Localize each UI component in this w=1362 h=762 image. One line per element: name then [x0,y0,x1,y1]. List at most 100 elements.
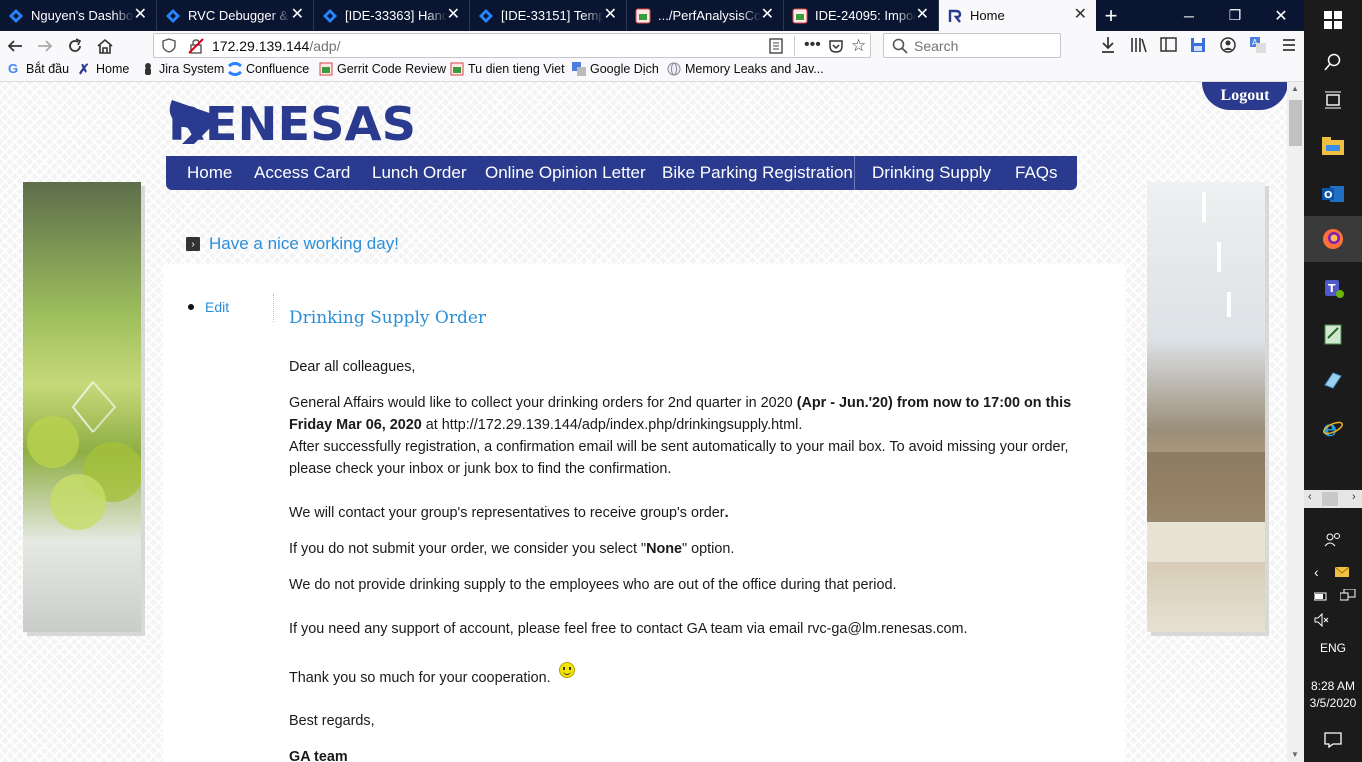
translate-icon[interactable]: A [1249,36,1267,59]
bookmark-home[interactable]: ✗ Home [78,62,129,76]
url-bar[interactable]: 172.29.139.144/adp/ ••• ☆ [153,33,871,58]
taskbar-scroller[interactable]: ‹ › [1304,490,1362,508]
volume-muted-icon[interactable] [1304,610,1362,630]
bookmark-tu-dien[interactable]: Tu dien tieng Viet [450,62,565,76]
jira-bug-icon [141,62,155,76]
page-actions-icon[interactable]: ••• [804,36,821,54]
scroll-up-icon[interactable]: ▲ [1291,84,1299,93]
paragraph-collect-orders: General Affairs would like to collect yo… [289,395,1072,433]
notepad-icon[interactable] [1304,320,1362,348]
renesas-logo[interactable]: RENESAS [168,97,418,153]
banner-image-limes [23,182,143,632]
bookmark-google-dich[interactable]: Google Dịch [572,62,659,76]
close-tab-icon[interactable]: ✕ [761,6,774,24]
page-scrollbar[interactable]: ▲ ▼ [1287,82,1304,762]
bookmark-memory-leaks[interactable]: Memory Leaks and Jav... [667,62,824,76]
scrollbar-thumb[interactable] [1289,100,1302,146]
app-icon[interactable] [1304,366,1362,394]
svg-text:T: T [1328,282,1336,295]
back-button[interactable] [2,33,28,59]
paragraph-support-contact: If you need any support of account, plea… [289,621,968,637]
main-menu: Home Access Card Lunch Order Online Opin… [166,156,1077,190]
close-tab-icon[interactable]: ✕ [134,6,147,24]
scroll-right-icon[interactable]: › [1352,491,1356,503]
close-tab-icon[interactable]: ✕ [447,6,460,24]
salutation: Dear all colleagues, [289,359,416,375]
bookmark-confluence[interactable]: Confluence [228,62,309,76]
tab-rvc-debugger[interactable]: RVC Debugger & ✕ [157,0,314,31]
scroll-down-icon[interactable]: ▼ [1291,750,1299,759]
edit-link[interactable]: Edit [188,299,229,315]
shield-icon[interactable] [162,38,176,58]
tab-ide-24095[interactable]: IDE-24095: Import ✕ [784,0,939,31]
renesas-icon [947,8,963,24]
action-center-icon[interactable] [1304,728,1362,752]
language-indicator[interactable]: ENG [1304,638,1362,658]
internet-explorer-icon[interactable]: e [1304,414,1362,442]
reader-view-icon[interactable] [768,38,784,59]
paragraph-confirmation: After successfully registration, a confi… [289,439,1069,477]
bookmark-bat-dau[interactable]: G Bắt đầu [8,61,69,77]
menu-access-card[interactable]: Access Card [254,156,350,190]
clock-date[interactable]: 3/5/2020 [1304,694,1362,712]
menu-icon[interactable] [1281,37,1297,58]
insecure-lock-icon[interactable] [188,38,204,59]
teams-icon[interactable]: T [1304,274,1362,302]
task-view-icon[interactable] [1304,88,1362,112]
menu-drinking-supply[interactable]: Drinking Supply [872,156,991,190]
menu-faqs[interactable]: FAQs [1015,156,1058,190]
tab-perf-analysis[interactable]: .../PerfAnalysisCol ✕ [627,0,784,31]
carousel-arrows-icon [27,381,143,530]
close-window-button[interactable]: ✕ [1258,0,1304,31]
menu-home[interactable]: Home [187,156,232,190]
tab-ide-33363[interactable]: [IDE-33363] Handl ✕ [314,0,470,31]
forward-button[interactable] [32,33,58,59]
outlook-icon[interactable]: O [1304,180,1362,208]
library-icon[interactable] [1130,37,1148,58]
menu-online-opinion-letter[interactable]: Online Opinion Letter [485,156,646,190]
logout-button[interactable]: Logout [1202,82,1287,110]
google-icon: G [8,61,19,76]
people-icon[interactable] [1304,528,1362,552]
tab-jira-dashboard[interactable]: Nguyen's Dashboard ✕ [0,0,157,31]
file-explorer-icon[interactable] [1304,132,1362,160]
url-text: 172.29.139.144/adp/ [212,38,341,54]
tray-row-1: ‹ [1304,562,1362,582]
account-icon[interactable] [1220,37,1236,58]
search-input[interactable]: Search [883,33,1061,58]
close-tab-icon[interactable]: ✕ [604,6,617,24]
mail-icon[interactable] [1334,567,1349,577]
downloads-icon[interactable] [1100,36,1116,59]
menu-bike-parking-registration[interactable]: Bike Parking Registration [662,156,853,190]
reload-button[interactable] [62,33,88,59]
tray-row-2 [1304,586,1362,606]
tab-ide-33151[interactable]: [IDE-33151] Temp ✕ [470,0,627,31]
web-page: Logout RENESAS Home Access Card Lunch Or… [0,82,1287,762]
svg-text:O: O [1324,190,1333,201]
search-icon[interactable] [1304,50,1362,74]
bookmark-jira-system[interactable]: Jira System [141,62,224,76]
best-regards: Best regards, [289,713,375,729]
menu-lunch-order[interactable]: Lunch Order [372,156,467,190]
bookmark-star-icon[interactable]: ☆ [851,36,866,56]
clock-time[interactable]: 8:28 AM [1304,677,1362,695]
bookmark-gerrit[interactable]: Gerrit Code Review [319,62,446,76]
tab-home[interactable]: Home ✕ [939,0,1096,31]
network-icon[interactable] [1340,589,1356,603]
home-button[interactable] [92,33,118,59]
close-tab-icon[interactable]: ✕ [916,6,929,24]
sidebar-icon[interactable] [1160,37,1177,57]
minimize-button[interactable]: ─ [1166,0,1212,31]
new-tab-button[interactable]: + [1098,0,1124,31]
windows-start-icon[interactable] [1304,8,1362,32]
battery-icon[interactable] [1314,590,1328,602]
close-tab-icon[interactable]: ✕ [291,6,304,24]
save-icon[interactable] [1190,37,1206,58]
pocket-icon[interactable] [828,38,844,59]
close-tab-icon[interactable]: ✕ [1074,6,1087,24]
firefox-icon[interactable] [1304,216,1362,262]
taskbar-scroll-thumb[interactable] [1322,492,1338,506]
restore-button[interactable]: ❐ [1212,0,1258,31]
show-hidden-icons-icon[interactable]: ‹ [1314,564,1319,580]
scroll-left-icon[interactable]: ‹ [1308,491,1312,503]
